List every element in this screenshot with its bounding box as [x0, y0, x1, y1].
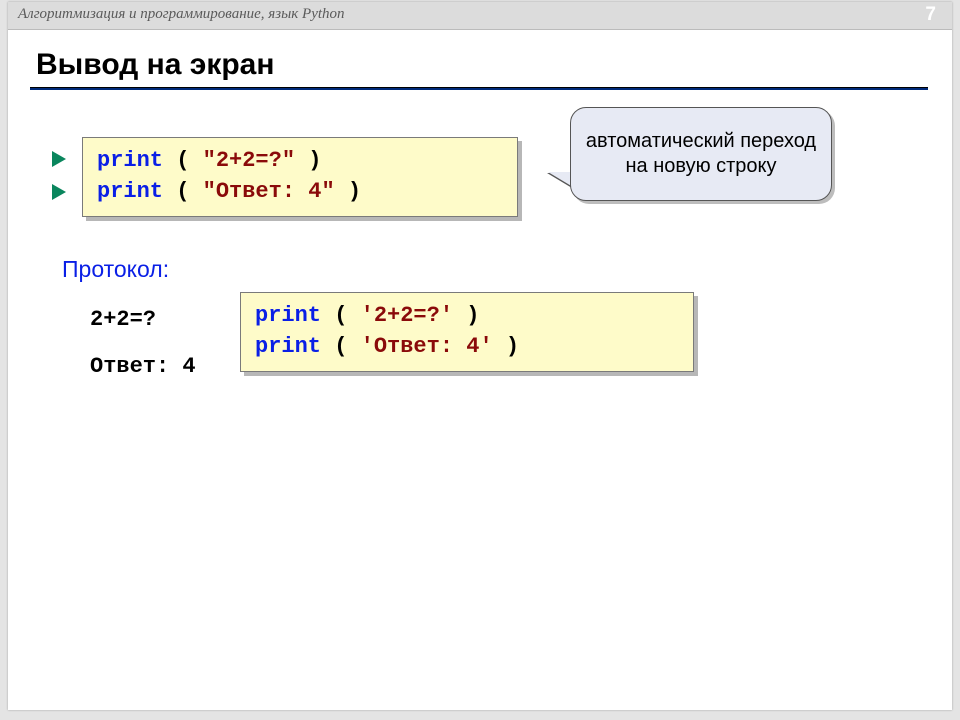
string-literal: "Ответ: 4" [203, 179, 335, 204]
paren: ( [321, 334, 361, 359]
code-line: print ( "2+2=?" ) [97, 146, 503, 177]
output-line: 2+2=? [90, 307, 156, 332]
string-literal: '2+2=?' [361, 303, 453, 328]
keyword: print [255, 303, 321, 328]
output-line: Ответ: 4 [90, 354, 196, 379]
page-number: 7 [925, 4, 936, 26]
header-subject: Алгоритмизация и программирование, язык … [18, 6, 345, 23]
string-literal: "2+2=?" [203, 148, 295, 173]
paren: ) [493, 334, 519, 359]
code-block-1: print ( "2+2=?" ) print ( "Ответ: 4" ) [82, 137, 518, 217]
page-title: Вывод на экран [36, 48, 275, 82]
string-literal: 'Ответ: 4' [361, 334, 493, 359]
code-line: print ( 'Ответ: 4' ) [255, 332, 679, 363]
bullet-arrow-icon [52, 184, 66, 200]
title-underline [30, 87, 928, 90]
bullet-arrow-icon [52, 151, 66, 167]
paren: ) [453, 303, 479, 328]
callout-note: автоматический переход на новую строку [570, 107, 832, 201]
protocol-label: Протокол: [62, 256, 169, 283]
code-block-2: print ( '2+2=?' ) print ( 'Ответ: 4' ) [240, 292, 694, 372]
code-line: print ( "Ответ: 4" ) [97, 177, 503, 208]
keyword: print [97, 179, 163, 204]
keyword: print [97, 148, 163, 173]
paren: ( [321, 303, 361, 328]
paren: ( [163, 148, 203, 173]
keyword: print [255, 334, 321, 359]
paren: ) [295, 148, 321, 173]
slide-header: Алгоритмизация и программирование, язык … [8, 2, 952, 30]
paren: ) [335, 179, 361, 204]
paren: ( [163, 179, 203, 204]
slide: Алгоритмизация и программирование, язык … [8, 2, 952, 710]
code-line: print ( '2+2=?' ) [255, 301, 679, 332]
